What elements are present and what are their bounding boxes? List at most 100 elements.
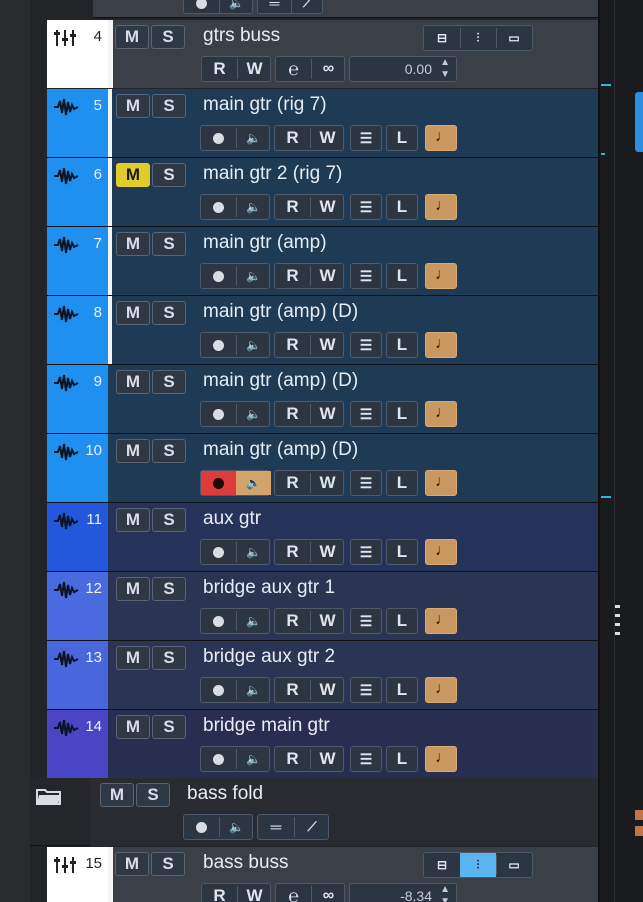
read-write-group[interactable]: R W [274,677,344,703]
read-button[interactable]: R [275,264,310,288]
solo-button[interactable]: S [152,232,186,256]
lock-button[interactable]: L [386,746,418,772]
event-clip[interactable] [635,92,643,152]
lock-label[interactable]: L [387,264,417,288]
monitor-icon[interactable]: 🔈 [236,540,271,564]
solo-button[interactable]: S [151,25,185,49]
lock-label[interactable]: L [387,609,417,633]
read-button[interactable]: R [275,402,310,426]
musical-mode-button[interactable]: ♩ [425,677,457,703]
lanes-button[interactable]: ☰ [350,125,382,151]
channel-edit-icon[interactable]: ⊟ [424,26,460,50]
read-button[interactable]: R [275,471,310,495]
solo-button[interactable]: S [152,94,186,118]
event-clip[interactable] [635,826,643,836]
e-icon[interactable]: ℮ [276,57,311,81]
lanes-icon[interactable]: ☰ [351,747,381,771]
write-button[interactable]: W [237,884,272,902]
write-button[interactable]: W [310,402,345,426]
track-name[interactable]: main gtr (amp) [203,232,327,254]
read-write-group[interactable]: R W [274,125,344,151]
buss-view-group[interactable]: ⊟ ⫶ ▭ [423,25,533,51]
track-name[interactable]: bridge aux gtr 1 [203,577,335,599]
audio-track[interactable]: 12 M S bridge aux gtr 1 🔈 R W ☰ L ♩ [47,572,598,641]
record-button[interactable] [201,540,236,564]
solo-button[interactable]: S [152,370,186,394]
solo-button[interactable]: S [152,301,186,325]
lanes-icon[interactable]: ☰ [351,126,381,150]
write-button[interactable]: W [310,747,345,771]
record-monitor-group[interactable]: 🔈 [200,470,271,496]
record-button[interactable] [201,264,236,288]
read-button[interactable]: R [275,747,310,771]
record-button[interactable] [201,747,236,771]
track-name[interactable]: main gtr (amp) (D) [203,301,358,323]
track-name[interactable]: bridge main gtr [203,715,330,737]
audio-track[interactable]: 13 M S bridge aux gtr 2 🔈 R W ☰ L ♩ [47,641,598,710]
mixer-icon[interactable]: ⫶ [460,26,496,50]
lock-button[interactable]: L [386,401,418,427]
solo-button[interactable]: S [152,163,186,187]
lanes-button[interactable]: ☰ [350,194,382,220]
lanes-icon[interactable]: ☰ [351,402,381,426]
volume-field[interactable]: -8.34 ▲ ▼ [349,883,457,902]
monitor-icon[interactable]: 🔈 [236,264,271,288]
record-button[interactable] [201,402,236,426]
write-button[interactable]: W [310,609,345,633]
monitor-icon[interactable]: 🔈 [236,471,271,495]
audio-track[interactable]: 5 M S main gtr (rig 7) 🔈 R W ☰ L ♩ [47,89,598,158]
audio-track[interactable]: 8 M S main gtr (amp) (D) 🔈 R W ☰ L ♩ [47,296,598,365]
write-button[interactable]: W [310,195,345,219]
record-button[interactable] [201,678,236,702]
record-monitor-group[interactable]: 🔈 [200,332,270,358]
read-write-group[interactable]: R W [274,608,344,634]
monitor-icon[interactable]: 🔈 [236,402,271,426]
mixer-icon[interactable]: ⫶ [460,853,496,877]
lock-label[interactable]: L [387,747,417,771]
audio-track[interactable]: 6 M S main gtr 2 (rig 7) 🔈 R W ☰ L ♩ [47,158,598,227]
volume-field[interactable]: 0.00 ▲ ▼ [349,56,457,82]
audio-track[interactable]: 9 M S main gtr (amp) (D) 🔈 R W ☰ L ♩ [47,365,598,434]
buss-view-group[interactable]: ⊟ ⫶ ▭ [423,852,533,878]
lanes-icon[interactable]: ☰ [351,195,381,219]
lock-button[interactable]: L [386,539,418,565]
mute-button[interactable]: M [116,370,150,394]
lanes-button[interactable]: ☰ [350,263,382,289]
mute-button[interactable]: M [116,163,150,187]
lanes-button[interactable]: ☰ [350,332,382,358]
record-button[interactable] [184,815,219,839]
lanes-button[interactable]: ☰ [350,470,382,496]
folder-track[interactable]: M S bass fold 🔈 ═ ⟋ [30,778,598,846]
record-monitor-group[interactable]: 🔈 [200,125,270,151]
lock-label[interactable]: L [387,195,417,219]
read-write-group[interactable]: R W [274,194,344,220]
lock-button[interactable]: L [386,332,418,358]
lanes-icon[interactable]: ☰ [351,264,381,288]
musical-mode-button[interactable]: ♩ [425,263,457,289]
folder-icon[interactable] [36,786,62,806]
monitor-icon[interactable]: 🔈 [236,747,271,771]
lock-button[interactable]: L [386,263,418,289]
lanes-button[interactable]: ☰ [350,401,382,427]
mute-button[interactable]: M [116,232,150,256]
solo-button[interactable]: S [152,715,186,739]
list-icon[interactable]: ═ [258,0,291,15]
lock-label[interactable]: L [387,402,417,426]
lock-label[interactable]: L [387,333,417,357]
track-name[interactable]: bass fold [187,783,263,805]
record-monitor-group[interactable]: 🔈 [200,746,270,772]
e-icon[interactable]: ℮ [276,884,311,902]
mute-button[interactable]: M [115,852,149,876]
record-button[interactable] [201,471,236,495]
read-write-group[interactable]: R W [274,470,344,496]
write-button[interactable]: W [310,540,345,564]
write-button[interactable]: W [237,57,272,81]
musical-mode-button[interactable]: ♩ [425,539,457,565]
musical-mode-button[interactable]: ♩ [425,746,457,772]
mute-button[interactable]: M [116,508,150,532]
record-monitor-group[interactable]: 🔈 [200,608,270,634]
record-monitor-group[interactable]: 🔈 [200,677,270,703]
solo-button[interactable]: S [136,783,170,807]
lanes-button[interactable]: ☰ [350,746,382,772]
edit-group[interactable]: ℮ ∞ [275,56,345,82]
